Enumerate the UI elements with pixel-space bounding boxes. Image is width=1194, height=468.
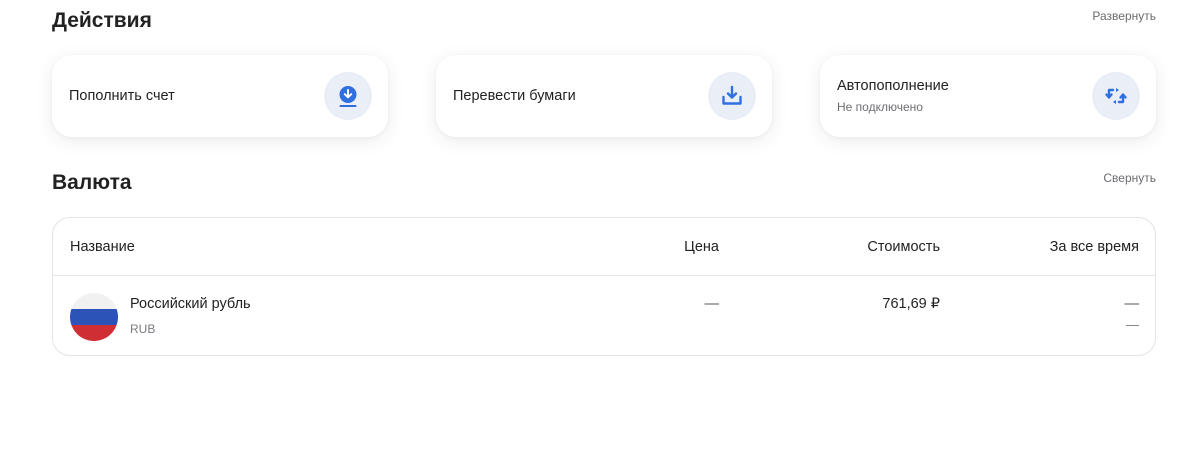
download-circle-icon [324, 72, 372, 120]
card-title: Перевести бумаги [453, 87, 576, 104]
card-title: Пополнить счет [69, 87, 175, 104]
page: Действия Развернуть Пополнить счет Перев… [0, 0, 1194, 468]
asset-all-time-primary: — [1124, 296, 1140, 312]
russia-flag-icon [70, 293, 118, 341]
currency-table: Название Цена Стоимость За все время Рос… [52, 217, 1156, 356]
tray-download-icon [708, 72, 756, 120]
transfer-securities-card[interactable]: Перевести бумаги [436, 55, 772, 137]
currency-title: Валюта [52, 171, 132, 194]
table-row[interactable]: Российский рубль RUB — 761,69 ₽ — — [53, 276, 1155, 355]
actions-header: Действия Развернуть [52, 8, 1156, 34]
column-header-all-time[interactable]: За все время [1050, 238, 1139, 256]
asset-price: — [704, 296, 720, 312]
column-header-value[interactable]: Стоимость [867, 238, 940, 256]
column-header-price[interactable]: Цена [684, 238, 719, 256]
actions-title: Действия [52, 9, 152, 32]
expand-link[interactable]: Развернуть [1092, 8, 1156, 24]
top-up-account-card[interactable]: Пополнить счет [52, 55, 388, 137]
table-header: Название Цена Стоимость За все время [53, 218, 1155, 276]
asset-name: Российский рубль [130, 296, 251, 312]
auto-top-up-card[interactable]: Автопополнение Не подключено [820, 55, 1156, 137]
card-text: Автопополнение Не подключено [837, 77, 949, 115]
card-text: Перевести бумаги [453, 87, 576, 106]
action-cards: Пополнить счет Перевести бумаги Автопопо… [52, 55, 1156, 137]
asset-value: 761,69 ₽ [882, 296, 940, 312]
column-header-name[interactable]: Название [70, 238, 135, 256]
asset-ticker: RUB [130, 322, 156, 336]
card-title: Автопополнение [837, 78, 949, 94]
repeat-icon [1092, 72, 1140, 120]
collapse-link[interactable]: Свернуть [1103, 170, 1156, 186]
currency-header: Валюта Свернуть [52, 170, 1156, 196]
card-subtitle: Не подключено [837, 100, 923, 114]
card-text: Пополнить счет [69, 87, 175, 106]
asset-all-time-secondary: — [1126, 317, 1139, 332]
